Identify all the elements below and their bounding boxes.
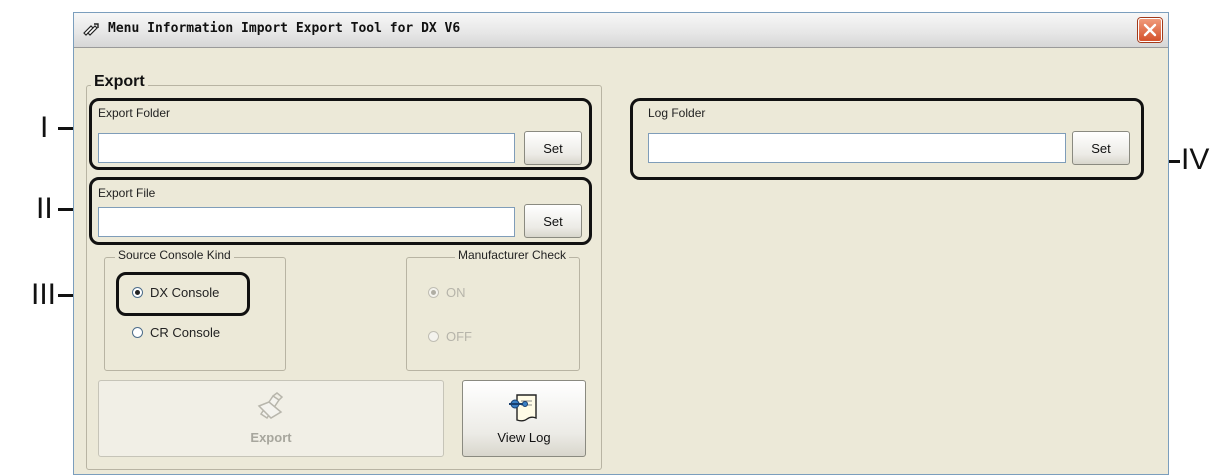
radio-dot [428, 331, 439, 342]
radio-cr-console[interactable]: CR Console [132, 325, 220, 340]
manufacturer-check-group: Manufacturer Check [406, 248, 580, 371]
radio-manufacturer-off: OFF [428, 329, 472, 344]
export-pen-icon [257, 392, 284, 420]
radio-manufacturer-on: ON [428, 285, 466, 300]
source-console-kind-title: Source Console Kind [115, 248, 234, 262]
callout-box-export-folder [89, 98, 592, 170]
window-title: Menu Information Import Export Tool for … [108, 21, 461, 36]
manufacturer-check-title: Manufacturer Check [454, 248, 569, 262]
radio-off-label: OFF [446, 329, 472, 344]
radio-dot [428, 287, 439, 298]
app-icon [82, 21, 100, 39]
callout-box-log-folder [630, 98, 1144, 180]
callout-label-2: II [36, 192, 53, 225]
export-button-label: Export [250, 430, 292, 445]
callout-label-1: I [40, 111, 49, 144]
callout-box-export-file [89, 177, 592, 245]
radio-dot[interactable] [132, 327, 143, 338]
view-log-button-label: View Log [497, 430, 551, 445]
callout-label-4: IV [1181, 143, 1210, 176]
export-group-title: Export [91, 73, 148, 91]
view-log-button[interactable]: View Log [462, 380, 586, 457]
title-bar[interactable]: Menu Information Import Export Tool for … [74, 13, 1168, 48]
log-document-icon [509, 394, 537, 422]
export-button[interactable]: Export [98, 380, 444, 457]
close-icon [1143, 23, 1157, 37]
radio-cr-console-label: CR Console [150, 325, 221, 340]
callout-box-dx-console [116, 272, 250, 316]
close-button[interactable] [1138, 18, 1162, 42]
radio-on-label: ON [446, 285, 466, 300]
callout-label-3: III [31, 278, 57, 311]
